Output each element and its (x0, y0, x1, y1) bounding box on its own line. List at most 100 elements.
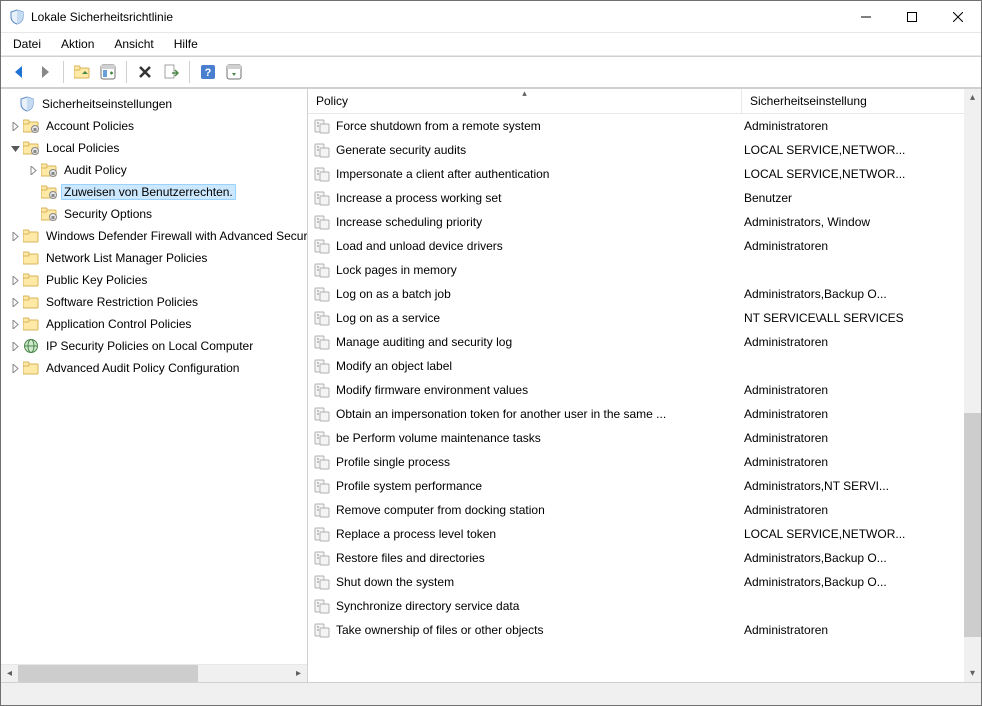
tree-label: Software Restriction Policies (43, 294, 201, 310)
list-row[interactable]: Profile system performanceAdministrators… (308, 474, 981, 498)
tree-local-policies[interactable]: Local Policies (1, 137, 307, 159)
list-row[interactable]: Profile single processAdministratoren (308, 450, 981, 474)
policy-name: Remove computer from docking station (336, 503, 545, 517)
list-vscrollbar[interactable]: ▴ ▾ (964, 89, 981, 682)
list-row[interactable]: Log on as a serviceNT SERVICE\ALL SERVIC… (308, 306, 981, 330)
tree[interactable]: Sicherheitseinstellungen Account Policie… (1, 89, 307, 664)
tree-advanced-audit[interactable]: Advanced Audit Policy Configuration (1, 357, 307, 379)
up-button[interactable] (70, 60, 94, 84)
tree-audit-policy[interactable]: Audit Policy (1, 159, 307, 181)
policy-name: Log on as a batch job (336, 287, 451, 301)
tree-nlm[interactable]: Network List Manager Policies (1, 247, 307, 269)
policy-name: Log on as a service (336, 311, 440, 325)
tree-hscrollbar[interactable]: ◂ ▸ (1, 664, 307, 682)
list-row[interactable]: Modify an object label (308, 354, 981, 378)
tree-pki[interactable]: Public Key Policies (1, 269, 307, 291)
list-row[interactable]: Replace a process level tokenLOCAL SERVI… (308, 522, 981, 546)
tree-label: IP Security Policies on Local Computer (43, 338, 256, 354)
list-row[interactable]: Remove computer from docking stationAdmi… (308, 498, 981, 522)
twisty-icon[interactable] (7, 338, 23, 354)
list-row[interactable]: Restore files and directoriesAdministrat… (308, 546, 981, 570)
list-row[interactable]: Increase a process working setBenutzer (308, 186, 981, 210)
twisty-icon[interactable] (25, 162, 41, 178)
forward-button[interactable] (33, 60, 57, 84)
column-header-policy[interactable]: Policy ▴ (308, 89, 742, 113)
properties-button[interactable] (222, 60, 246, 84)
main-window: Lokale Sicherheitsrichtlinie Datei Aktio… (0, 0, 982, 706)
content-area: Sicherheitseinstellungen Account Policie… (1, 88, 981, 682)
list-row[interactable]: Impersonate a client after authenticatio… (308, 162, 981, 186)
tree-srp[interactable]: Software Restriction Policies (1, 291, 307, 313)
scroll-thumb[interactable] (18, 665, 198, 682)
list-row[interactable]: Manage auditing and security logAdminist… (308, 330, 981, 354)
list-row[interactable]: Obtain an impersonation token for anothe… (308, 402, 981, 426)
menu-view[interactable]: Ansicht (104, 33, 163, 55)
show-hide-tree-button[interactable] (96, 60, 120, 84)
policy-icon (314, 430, 330, 446)
twisty-icon[interactable] (3, 96, 19, 112)
column-header-setting[interactable]: Sicherheitseinstellung (742, 89, 981, 113)
twisty-icon[interactable] (7, 360, 23, 376)
twisty-icon[interactable] (7, 118, 23, 134)
tree-user-rights[interactable]: Zuweisen von Benutzerrechten. (1, 181, 307, 203)
policy-list[interactable]: Force shutdown from a remote systemAdmin… (308, 114, 981, 682)
scroll-track[interactable] (18, 665, 290, 682)
scroll-left-button[interactable]: ◂ (1, 665, 18, 682)
cell-setting: Administrators,Backup O... (742, 287, 981, 301)
list-row[interactable]: Lock pages in memory (308, 258, 981, 282)
policy-icon (314, 118, 330, 134)
cell-setting: Administratoren (742, 407, 981, 421)
back-button[interactable] (7, 60, 31, 84)
tree-acp[interactable]: Application Control Policies (1, 313, 307, 335)
folder-lock-icon (41, 206, 57, 222)
list-row[interactable]: Take ownership of files or other objects… (308, 618, 981, 642)
twisty-expanded-icon[interactable] (7, 140, 23, 156)
delete-button[interactable] (133, 60, 157, 84)
policy-name: Generate security audits (336, 143, 466, 157)
help-button[interactable]: ? (196, 60, 220, 84)
tree-account-policies[interactable]: Account Policies (1, 115, 307, 137)
scroll-thumb[interactable] (964, 413, 981, 637)
scroll-right-button[interactable]: ▸ (290, 665, 307, 682)
twisty-icon[interactable] (7, 316, 23, 332)
tree-root[interactable]: Sicherheitseinstellungen (1, 93, 307, 115)
maximize-button[interactable] (889, 1, 935, 32)
twisty-icon[interactable] (7, 294, 23, 310)
tree-firewall[interactable]: Windows Defender Firewall with Advanced … (1, 225, 307, 247)
cell-policy: Log on as a service (308, 310, 742, 326)
list-row[interactable]: Shut down the systemAdministrators,Backu… (308, 570, 981, 594)
toolbar-separator (63, 61, 64, 83)
tree-security-options[interactable]: Security Options (1, 203, 307, 225)
cell-setting: LOCAL SERVICE,NETWOR... (742, 167, 981, 181)
menu-action[interactable]: Aktion (51, 33, 104, 55)
list-row[interactable]: Log on as a batch job Administrators,Back… (308, 282, 981, 306)
cell-setting: LOCAL SERVICE,NETWOR... (742, 143, 981, 157)
export-button[interactable] (159, 60, 183, 84)
menu-help[interactable]: Hilfe (164, 33, 208, 55)
folder-lock-icon (41, 184, 57, 200)
tree-ipsec[interactable]: IP Security Policies on Local Computer (1, 335, 307, 357)
menu-file[interactable]: Datei (3, 33, 51, 55)
list-row[interactable]: Force shutdown from a remote systemAdmin… (308, 114, 981, 138)
twisty-icon[interactable] (7, 272, 23, 288)
scroll-track[interactable] (964, 106, 981, 665)
folder-icon (23, 272, 39, 288)
policy-icon (314, 574, 330, 590)
list-row[interactable]: Load and unload device driversAdministra… (308, 234, 981, 258)
scroll-up-button[interactable]: ▴ (964, 89, 981, 106)
minimize-button[interactable] (843, 1, 889, 32)
cell-setting: Benutzer (742, 191, 981, 205)
menubar: Datei Aktion Ansicht Hilfe (1, 33, 981, 56)
titlebar: Lokale Sicherheitsrichtlinie (1, 1, 981, 33)
scroll-down-button[interactable]: ▾ (964, 665, 981, 682)
list-row[interactable]: Increase scheduling priorityAdministrato… (308, 210, 981, 234)
cell-policy: Profile single process (308, 454, 742, 470)
cell-setting: Administratoren (742, 623, 981, 637)
list-row[interactable]: be Perform volume maintenance tasksAdmin… (308, 426, 981, 450)
list-row[interactable]: Modify firmware environment valuesAdmini… (308, 378, 981, 402)
list-row[interactable]: Synchronize directory service data (308, 594, 981, 618)
svg-text:?: ? (205, 67, 212, 79)
close-button[interactable] (935, 1, 981, 32)
list-row[interactable]: Generate security audits LOCAL SERVICE,NE… (308, 138, 981, 162)
twisty-icon[interactable] (7, 228, 23, 244)
